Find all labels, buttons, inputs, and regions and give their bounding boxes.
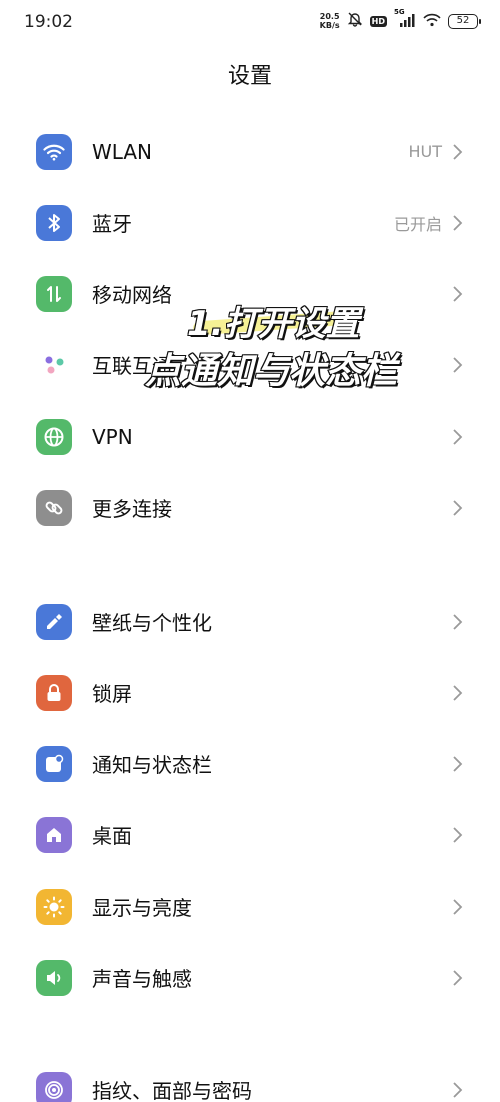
chevron-right-icon — [453, 898, 463, 915]
chevron-right-icon — [453, 969, 463, 986]
chevron-right-icon — [453, 1081, 463, 1098]
status-time: 19:02 — [24, 12, 73, 32]
chevron-right-icon — [453, 214, 463, 231]
wifi-status-icon — [423, 12, 441, 31]
chevron-right-icon — [453, 143, 463, 160]
settings-item-notifications[interactable]: 通知与状态栏 — [0, 728, 500, 799]
network-speed-unit: KB/s — [319, 21, 340, 30]
settings-item-label: 声音与触感 — [92, 967, 192, 991]
settings-item-desktop[interactable]: 桌面 — [0, 799, 500, 870]
interconnect-icon — [36, 346, 72, 383]
fingerprint-icon — [36, 1071, 72, 1102]
chevron-right-icon — [453, 428, 463, 445]
settings-item-label: 更多连接 — [92, 497, 172, 521]
settings-item-label: 壁纸与个性化 — [92, 611, 212, 635]
brush-icon — [36, 603, 72, 640]
chevron-right-icon — [453, 755, 463, 772]
network-type: 5G — [394, 7, 405, 16]
chevron-right-icon — [453, 285, 463, 302]
settings-item-value: 已开启 — [393, 214, 442, 234]
status-bar: 19:02 20.5 KB/s HD 5G 52 — [0, 0, 500, 44]
signal-icon: 5G — [394, 8, 416, 31]
chevron-right-icon — [453, 499, 463, 516]
settings-item-wallpaper[interactable]: 壁纸与个性化 — [0, 586, 500, 657]
battery-indicator: 52 — [448, 13, 481, 29]
home-icon — [36, 816, 72, 853]
chevron-right-icon — [453, 826, 463, 843]
settings-item-label: 桌面 — [92, 824, 132, 848]
network-speed: 20.5 KB/s — [320, 12, 340, 30]
globe-icon — [36, 418, 72, 455]
sun-icon — [36, 888, 72, 925]
network-speed-value: 20.5 — [319, 12, 340, 21]
settings-item-label: 显示与亮度 — [92, 896, 192, 920]
settings-item-value: HUT — [408, 142, 442, 161]
settings-item-label: 锁屏 — [92, 682, 132, 706]
settings-item-display[interactable]: 显示与亮度 — [0, 871, 500, 942]
settings-item-interconnect[interactable]: 互联互通 — [0, 329, 500, 400]
settings-item-label: 蓝牙 — [92, 212, 132, 236]
settings-item-mobile-network[interactable]: 移动网络 — [0, 258, 500, 329]
settings-item-bluetooth[interactable]: 蓝牙 已开启 — [0, 187, 500, 258]
bluetooth-icon — [36, 204, 72, 241]
chevron-right-icon — [453, 613, 463, 630]
mobile-data-icon — [36, 275, 72, 312]
lock-icon — [36, 674, 72, 711]
link-icon — [36, 489, 72, 526]
settings-item-security[interactable]: 指纹、面部与密码 — [0, 1054, 500, 1102]
settings-item-label: VPN — [92, 424, 133, 449]
settings-item-label: 移动网络 — [92, 283, 172, 307]
bell-muted-icon — [347, 11, 363, 31]
settings-item-wlan[interactable]: WLAN HUT — [0, 116, 500, 187]
settings-item-sound[interactable]: 声音与触感 — [0, 942, 500, 1013]
settings-item-label: 互联互通 — [92, 354, 172, 378]
settings-item-label: 指纹、面部与密码 — [92, 1079, 252, 1102]
chevron-right-icon — [453, 684, 463, 701]
settings-item-vpn[interactable]: VPN — [0, 401, 500, 472]
chevron-right-icon — [453, 356, 463, 373]
wifi-icon — [36, 133, 72, 170]
status-icons: 20.5 KB/s HD 5G 52 — [320, 8, 481, 31]
settings-item-label: WLAN — [92, 139, 153, 164]
speaker-icon — [36, 959, 72, 996]
notification-icon — [36, 745, 72, 782]
hd-badge: HD — [369, 15, 387, 27]
page-title: 设置 — [227, 64, 272, 89]
settings-item-more-connections[interactable]: 更多连接 — [0, 472, 500, 543]
settings-item-lock-screen[interactable]: 锁屏 — [0, 657, 500, 728]
settings-item-label: 通知与状态栏 — [92, 753, 212, 777]
